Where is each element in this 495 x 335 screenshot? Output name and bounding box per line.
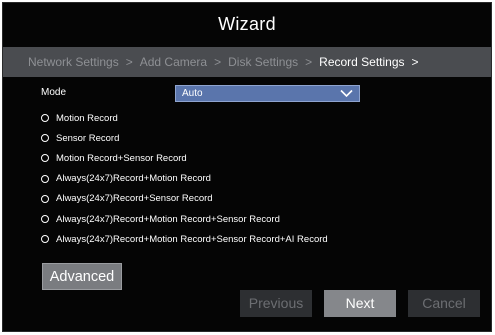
option-label: Sensor Record — [56, 132, 120, 144]
radio-circle-icon[interactable] — [41, 174, 49, 183]
mode-label: Mode — [41, 87, 67, 98]
advanced-button[interactable]: Advanced — [42, 263, 122, 290]
step-add-camera: Add Camera — [139, 55, 208, 69]
cancel-button[interactable]: Cancel — [408, 290, 480, 317]
wizard-window: Wizard Network Settings > Add Camera > D… — [2, 2, 492, 332]
radio-circle-icon[interactable] — [41, 134, 49, 143]
option-label: Motion Record — [56, 112, 118, 124]
option-motion-record[interactable]: Motion Record — [41, 108, 481, 128]
step-disk-settings: Disk Settings — [228, 55, 299, 69]
radio-circle-icon[interactable] — [41, 215, 49, 224]
step-separator: > — [305, 55, 313, 69]
radio-circle-icon[interactable] — [41, 154, 49, 163]
step-separator: > — [214, 55, 222, 69]
option-sensor-record[interactable]: Sensor Record — [41, 128, 481, 148]
next-button[interactable]: Next — [324, 290, 396, 317]
mode-select-value: Auto — [182, 88, 203, 99]
option-label: Always(24x7)Record+Sensor Record — [56, 193, 213, 205]
option-always-motion-sensor-record[interactable]: Always(24x7)Record+Motion Record+Sensor … — [41, 209, 481, 229]
radio-circle-icon[interactable] — [41, 194, 49, 203]
chevron-down-icon — [340, 89, 353, 98]
option-motion-sensor-record[interactable]: Motion Record+Sensor Record — [41, 148, 481, 168]
mode-select[interactable]: Auto — [175, 85, 360, 102]
wizard-steps: Network Settings > Add Camera > Disk Set… — [3, 47, 491, 77]
step-record-settings: Record Settings — [319, 55, 405, 69]
radio-circle-icon[interactable] — [41, 114, 49, 123]
option-always-motion-record[interactable]: Always(24x7)Record+Motion Record — [41, 169, 481, 189]
option-always-sensor-record[interactable]: Always(24x7)Record+Sensor Record — [41, 189, 481, 209]
window-title: Wizard — [218, 14, 276, 34]
step-network-settings: Network Settings — [28, 55, 119, 69]
option-label: Always(24x7)Record+Motion Record — [56, 173, 211, 185]
option-label: Always(24x7)Record+Motion Record+Sensor … — [56, 213, 280, 225]
option-label: Always(24x7)Record+Motion Record+Sensor … — [56, 233, 328, 245]
option-always-motion-sensor-ai-record[interactable]: Always(24x7)Record+Motion Record+Sensor … — [41, 229, 481, 249]
step-separator: > — [125, 55, 133, 69]
previous-button[interactable]: Previous — [240, 290, 312, 317]
radio-circle-icon[interactable] — [41, 235, 49, 244]
record-mode-options: Motion Record Sensor Record Motion Recor… — [41, 108, 481, 249]
step-separator: > — [411, 55, 419, 69]
option-label: Motion Record+Sensor Record — [56, 152, 187, 164]
